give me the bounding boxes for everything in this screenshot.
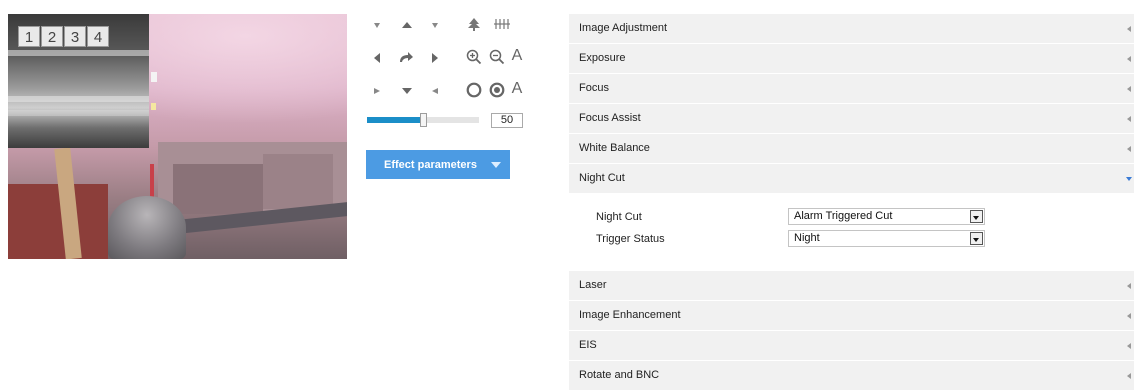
red-wall <box>8 184 108 259</box>
section-label: Exposure <box>579 52 626 64</box>
ptz-speed-value[interactable]: 50 <box>491 113 523 128</box>
zoom-in-icon[interactable] <box>463 46 485 68</box>
section-image-enhancement[interactable]: Image Enhancement <box>569 301 1134 331</box>
city-buildings-right <box>263 154 333 209</box>
auto-iris-button[interactable]: A <box>506 78 528 100</box>
section-label: Focus Assist <box>579 112 641 124</box>
pan-left-icon[interactable] <box>366 47 388 69</box>
chevron-down-icon <box>491 162 501 168</box>
expand-arrow-icon <box>1126 177 1132 181</box>
pan-down-left-icon[interactable] <box>366 80 388 102</box>
night-cut-label: Night Cut <box>596 211 642 223</box>
section-label: Image Enhancement <box>579 309 681 321</box>
pan-up-left-icon[interactable] <box>366 14 388 36</box>
slider-thumb[interactable] <box>420 113 427 127</box>
iris-open-icon[interactable] <box>463 79 485 101</box>
section-rotate-and-bnc[interactable]: Rotate and BNC <box>569 361 1134 391</box>
section-label: Focus <box>579 82 609 94</box>
night-cut-value: Alarm Triggered Cut <box>794 210 893 222</box>
video-preview[interactable]: 1 2 3 4 <box>8 14 347 259</box>
section-laser[interactable]: Laser <box>569 271 1134 301</box>
section-label: White Balance <box>579 142 650 154</box>
collapse-arrow-icon <box>1127 26 1131 32</box>
city-buildings <box>173 164 263 214</box>
settings-accordion: Image Adjustment Exposure Focus Focus As… <box>569 14 1134 391</box>
slider-fill <box>367 117 423 123</box>
section-label: Night Cut <box>579 172 625 184</box>
auto-pan-icon[interactable] <box>395 46 417 68</box>
effect-parameters-label: Effect parameters <box>384 158 477 171</box>
split-screen-bar: 1 2 3 4 <box>18 26 110 47</box>
pan-up-right-icon[interactable] <box>424 14 446 36</box>
zoom-out-icon[interactable] <box>486 46 508 68</box>
camera-dome <box>108 196 186 259</box>
pan-right-icon[interactable] <box>424 47 446 69</box>
split-1-button[interactable]: 1 <box>18 26 40 47</box>
section-eis[interactable]: EIS <box>569 331 1134 361</box>
split-3-button[interactable]: 3 <box>64 26 86 47</box>
section-exposure[interactable]: Exposure <box>569 44 1134 74</box>
trigger-status-value: Night <box>794 232 820 244</box>
collapse-arrow-icon <box>1127 56 1131 62</box>
night-cut-row: Night Cut Alarm Triggered Cut <box>569 208 1134 226</box>
iris-close-icon[interactable] <box>486 79 508 101</box>
split-4-button[interactable]: 4 <box>87 26 109 47</box>
night-cut-select[interactable]: Alarm Triggered Cut <box>788 208 985 225</box>
collapse-arrow-icon <box>1127 313 1131 319</box>
trigger-status-row: Trigger Status Night <box>569 230 1134 248</box>
dropdown-arrow-icon[interactable] <box>970 232 983 245</box>
night-cut-body: Night Cut Alarm Triggered Cut Trigger St… <box>569 194 1134 271</box>
bracket-mark <box>151 72 157 82</box>
dropdown-arrow-icon[interactable] <box>970 210 983 223</box>
section-white-balance[interactable]: White Balance <box>569 134 1134 164</box>
collapse-arrow-icon <box>1127 373 1131 379</box>
bracket-mark-small <box>151 103 156 110</box>
iris-grid-icon[interactable] <box>491 13 513 35</box>
trigger-status-select[interactable]: Night <box>788 230 985 247</box>
pan-down-icon[interactable] <box>396 80 418 102</box>
pan-up-icon[interactable] <box>396 14 418 36</box>
trigger-status-label: Trigger Status <box>596 233 665 245</box>
ptz-speed-slider[interactable] <box>367 113 479 127</box>
section-night-cut[interactable]: Night Cut <box>569 164 1134 194</box>
section-label: Image Adjustment <box>579 22 668 34</box>
section-label: Laser <box>579 279 607 291</box>
collapse-arrow-icon <box>1127 116 1131 122</box>
collapse-arrow-icon <box>1127 86 1131 92</box>
tree-focus-icon[interactable] <box>463 13 485 35</box>
split-2-button[interactable]: 2 <box>41 26 63 47</box>
collapse-arrow-icon <box>1127 343 1131 349</box>
section-label: Rotate and BNC <box>579 369 660 381</box>
auto-zoom-button[interactable]: A <box>506 45 528 67</box>
section-label: EIS <box>579 339 597 351</box>
effect-parameters-button[interactable]: Effect parameters <box>366 150 510 179</box>
collapse-arrow-icon <box>1127 146 1131 152</box>
section-image-adjustment[interactable]: Image Adjustment <box>569 14 1134 44</box>
pan-down-right-icon[interactable] <box>424 80 446 102</box>
collapse-arrow-icon <box>1127 283 1131 289</box>
section-focus[interactable]: Focus <box>569 74 1134 104</box>
section-focus-assist[interactable]: Focus Assist <box>569 104 1134 134</box>
